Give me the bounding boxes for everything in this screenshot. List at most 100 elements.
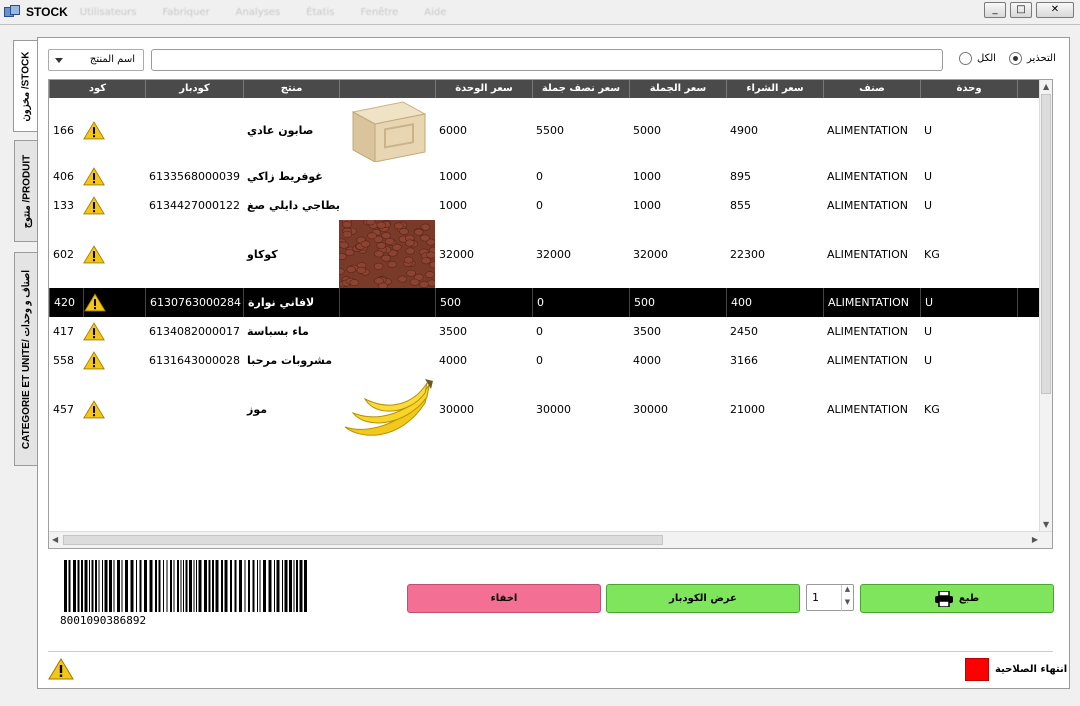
column-header[interactable]: سعر الشراء: [726, 80, 823, 98]
menu-item[interactable]: Analyses: [236, 7, 281, 18]
cell-half-wholesale[interactable]: 0: [532, 346, 629, 375]
cell-half-wholesale[interactable]: 0: [532, 191, 629, 220]
column-header[interactable]: صنف: [823, 80, 920, 98]
search-input[interactable]: [151, 49, 943, 71]
cell-category[interactable]: ALIMENTATION: [823, 162, 920, 191]
column-header[interactable]: منتج: [243, 80, 339, 98]
cell-barcode[interactable]: 6134427000122: [145, 191, 243, 220]
hide-button[interactable]: اخفاء: [407, 584, 601, 613]
decrement-icon[interactable]: ▼: [841, 598, 853, 611]
horizontal-scrollbar[interactable]: ◀ ▶: [49, 531, 1052, 548]
cell-unit[interactable]: U: [920, 288, 1017, 317]
cell-wholesale[interactable]: 4000: [629, 346, 726, 375]
radio-all-circle[interactable]: [959, 52, 972, 65]
column-header[interactable]: كودبار: [145, 80, 243, 98]
cell-product[interactable]: غوفريط زاكي: [243, 162, 339, 191]
column-header[interactable]: سعر الجملة: [629, 80, 726, 98]
cell-barcode[interactable]: 6131643000028: [145, 346, 243, 375]
cell-unit[interactable]: KG: [920, 375, 1017, 443]
cell-category[interactable]: ALIMENTATION: [823, 191, 920, 220]
product-image-cell[interactable]: [339, 375, 435, 443]
table-row[interactable]: 558 6131643000028 مشروبات مرحبا 4000 0 4000 31…: [49, 346, 1040, 375]
cell-wholesale[interactable]: 1000: [629, 162, 726, 191]
cell-category[interactable]: ALIMENTATION: [823, 98, 920, 162]
cell-unit-price[interactable]: 500: [435, 288, 532, 317]
table-row[interactable]: 420 6130763000284 لافاني نوارة 500 0 500 400 AL…: [49, 288, 1040, 317]
cell-code[interactable]: 406: [49, 162, 83, 191]
product-image-cell[interactable]: [339, 162, 435, 191]
cell-code[interactable]: 457: [49, 375, 83, 443]
column-header[interactable]: [339, 80, 435, 98]
cell-product[interactable]: ماء بسباسة: [243, 317, 339, 346]
cell-wholesale[interactable]: 3500: [629, 317, 726, 346]
cell-unit[interactable]: KG: [920, 220, 1017, 288]
radio-warning[interactable]: التحذير: [1009, 52, 1056, 65]
cell-code[interactable]: 420: [49, 288, 83, 317]
cell-product[interactable]: لافاني نوارة: [243, 288, 339, 317]
cell-wholesale[interactable]: 500: [629, 288, 726, 317]
increment-icon[interactable]: ▲: [841, 585, 853, 598]
cell-unit-price[interactable]: 1000: [435, 191, 532, 220]
cell-category[interactable]: ALIMENTATION: [823, 346, 920, 375]
cell-half-wholesale[interactable]: 0: [532, 288, 629, 317]
table-row[interactable]: 602 كوكاو 32000 32000 32000 22300 ALIMENTATION…: [49, 220, 1040, 288]
minimize-button[interactable]: _: [984, 2, 1006, 18]
cell-category[interactable]: ALIMENTATION: [823, 220, 920, 288]
stock-table[interactable]: كود كودبار منتج سعر الوحدة سعر نصف جملة سعر ا…: [48, 79, 1053, 549]
cell-purchase[interactable]: 22300: [726, 220, 823, 288]
product-image-cell[interactable]: [339, 346, 435, 375]
table-row[interactable]: 417 6134082000017 ماء بسباسة 3500 0 3500 2450 A…: [49, 317, 1040, 346]
cell-wholesale[interactable]: 30000: [629, 375, 726, 443]
cell-category[interactable]: ALIMENTATION: [823, 288, 920, 317]
column-header[interactable]: سعر الوحدة: [435, 80, 532, 98]
cell-unit[interactable]: U: [920, 317, 1017, 346]
cell-unit-price[interactable]: 32000: [435, 220, 532, 288]
cell-purchase[interactable]: 4900: [726, 98, 823, 162]
menu-item[interactable]: Fabriquer: [162, 7, 209, 18]
column-header[interactable]: [1017, 80, 1040, 98]
vertical-scrollbar[interactable]: ▲ ▼: [1039, 80, 1052, 531]
product-image-cell[interactable]: [339, 317, 435, 346]
cell-product[interactable]: موز: [243, 375, 339, 443]
cell-product[interactable]: مشروبات مرحبا: [243, 346, 339, 375]
cell-code[interactable]: 602: [49, 220, 83, 288]
quantity-stepper[interactable]: 1 ▲ ▼: [806, 584, 854, 611]
cell-category[interactable]: ALIMENTATION: [823, 317, 920, 346]
cell-purchase[interactable]: 21000: [726, 375, 823, 443]
cell-purchase[interactable]: 855: [726, 191, 823, 220]
search-field-select[interactable]: اسم المنتج: [48, 49, 144, 71]
cell-barcode[interactable]: 6130763000284: [145, 288, 243, 317]
cell-category[interactable]: ALIMENTATION: [823, 375, 920, 443]
cell-unit[interactable]: U: [920, 346, 1017, 375]
scroll-right-icon[interactable]: ▶: [1032, 535, 1038, 544]
cell-purchase[interactable]: 400: [726, 288, 823, 317]
scroll-left-icon[interactable]: ◀: [52, 535, 58, 544]
cell-code[interactable]: 133: [49, 191, 83, 220]
cell-half-wholesale[interactable]: 0: [532, 162, 629, 191]
table-row[interactable]: 457 موز 30000 30000 30000 21000 ALIMENTATION KG: [49, 375, 1040, 443]
cell-purchase[interactable]: 2450: [726, 317, 823, 346]
cell-half-wholesale[interactable]: 32000: [532, 220, 629, 288]
product-image-cell[interactable]: [339, 98, 435, 162]
cell-unit-price[interactable]: 30000: [435, 375, 532, 443]
cell-unit[interactable]: U: [920, 98, 1017, 162]
table-row[interactable]: 406 6133568000039 غوفريط زاكي 1000 0 1000 895 A…: [49, 162, 1040, 191]
restore-button[interactable]: □: [1010, 2, 1032, 18]
cell-barcode[interactable]: 6134082000017: [145, 317, 243, 346]
tab-produit[interactable]: منتوج /PRODUIT: [14, 140, 38, 242]
print-button[interactable]: طبع: [860, 584, 1054, 613]
cell-unit[interactable]: U: [920, 191, 1017, 220]
cell-code[interactable]: 166: [49, 98, 83, 162]
cell-code[interactable]: 558: [49, 346, 83, 375]
quantity-value[interactable]: 1: [812, 591, 819, 604]
scroll-thumb[interactable]: [63, 535, 663, 545]
product-image-cell[interactable]: [339, 220, 435, 288]
cell-barcode[interactable]: 6133568000039: [145, 162, 243, 191]
cell-unit-price[interactable]: 6000: [435, 98, 532, 162]
table-row[interactable]: 166 صابون عادي 6000 5500 5000 4900 ALIMENTATIO…: [49, 98, 1040, 162]
scroll-down-icon[interactable]: ▼: [1043, 520, 1049, 529]
cell-product[interactable]: صابون عادي: [243, 98, 339, 162]
cell-purchase[interactable]: 895: [726, 162, 823, 191]
close-button[interactable]: ✕: [1036, 2, 1074, 18]
radio-warning-circle[interactable]: [1009, 52, 1022, 65]
